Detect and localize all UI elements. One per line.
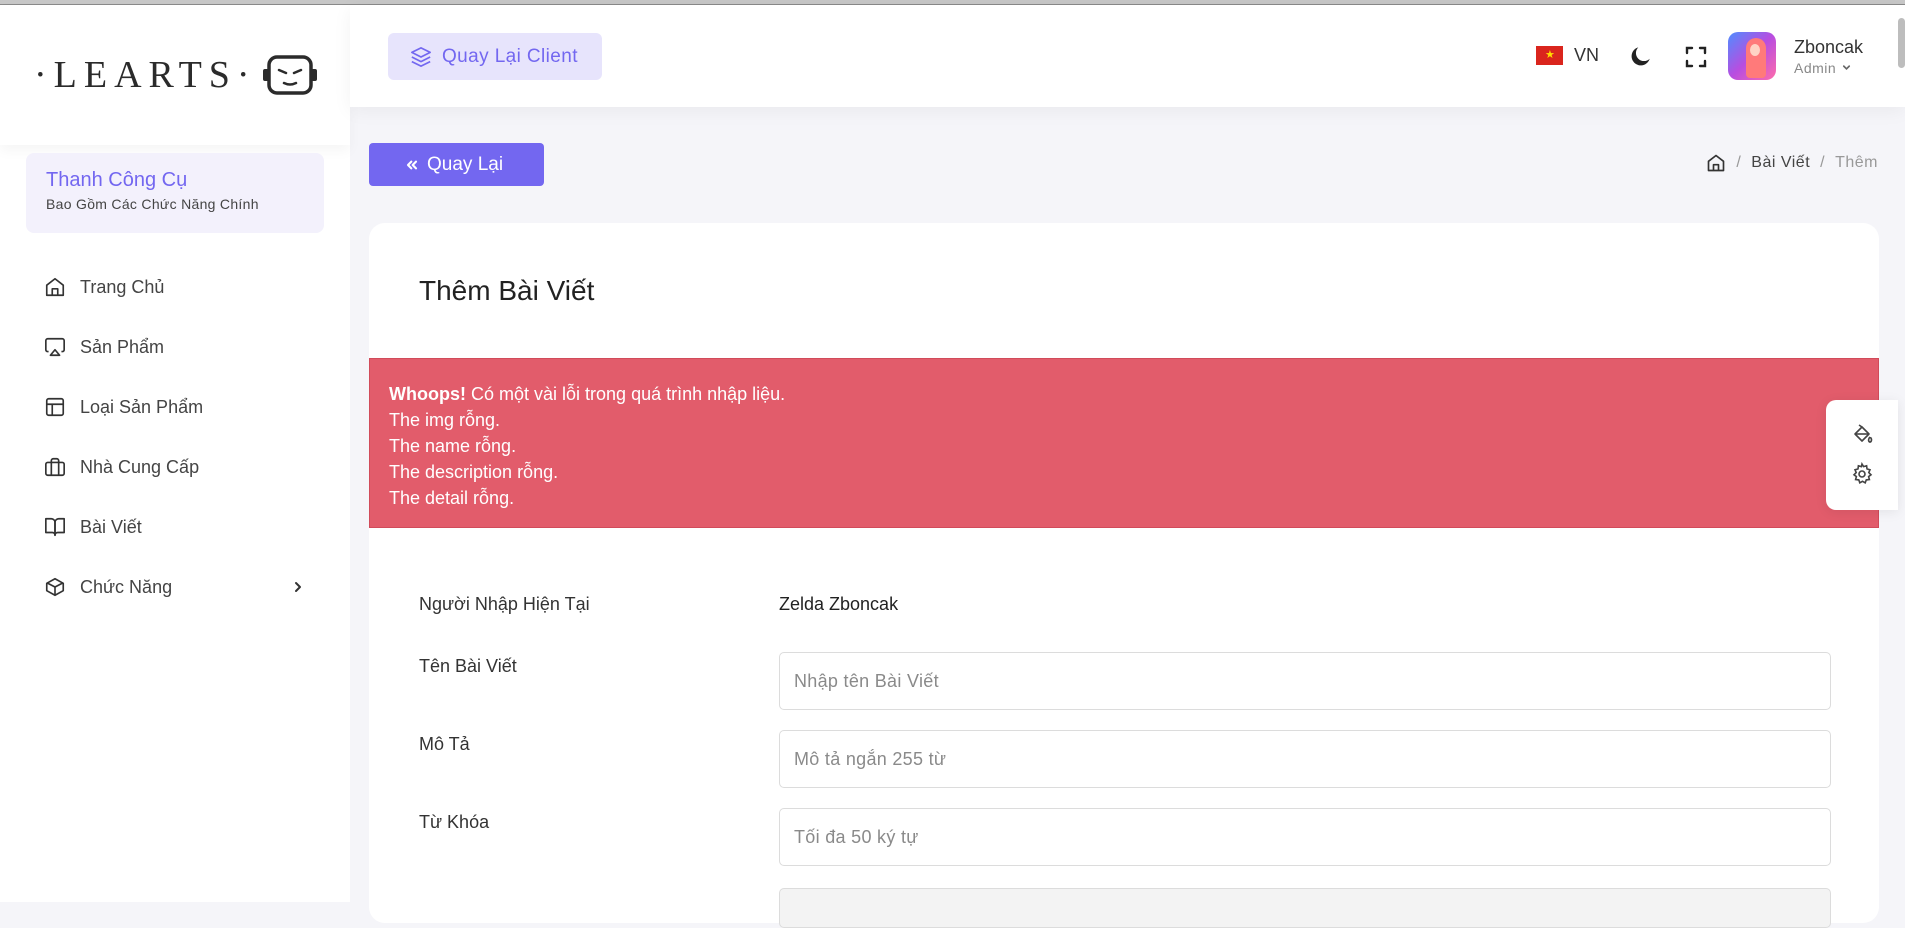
author-value: Zelda Zboncak	[779, 594, 899, 614]
post-title-input[interactable]	[779, 652, 1831, 710]
language-selector[interactable]: ★ VN	[1536, 45, 1599, 66]
top-header: Quay Lại Client ★ VN Zboncak Admin	[350, 5, 1905, 107]
chevron-down-icon	[1842, 65, 1850, 71]
user-name[interactable]: Zboncak	[1794, 37, 1863, 58]
layers-icon	[411, 46, 431, 67]
moon-icon[interactable]	[1628, 43, 1654, 69]
user-role[interactable]: Admin	[1794, 60, 1852, 76]
paint-bucket-icon[interactable]	[1850, 422, 1874, 446]
sidebar-item-label: Sản Phẩm	[80, 336, 165, 357]
keyword-label: Từ Khóa	[419, 812, 490, 832]
user-role-label: Admin	[1794, 60, 1837, 76]
robot-logo-icon	[262, 55, 317, 95]
box-icon	[45, 577, 65, 597]
sidebar-item-label: Chức Năng	[80, 576, 173, 597]
back-button[interactable]: Quay Lại	[369, 143, 544, 186]
sidebar-nav: Trang Chủ Sản Phẩm Loại Sản Phẩm Nhà Cun…	[0, 257, 350, 617]
avatar[interactable]	[1728, 32, 1776, 80]
alert-error-item: The img rỗng.	[389, 410, 501, 430]
alert-message: Có một vài lỗi trong quá trình nhập liệu…	[471, 384, 786, 404]
breadcrumb: / Bài Viết / Thêm	[1706, 153, 1878, 173]
post-title-label: Tên Bài Viết	[419, 656, 517, 676]
customizer-panel	[1826, 400, 1898, 510]
scrollbar[interactable]	[1898, 18, 1905, 68]
breadcrumb-posts[interactable]: Bài Viết	[1751, 154, 1810, 172]
chevron-right-icon	[295, 582, 301, 592]
language-label: VN	[1574, 45, 1600, 65]
layout-icon	[45, 397, 65, 417]
sidebar-item-posts[interactable]: Bài Viết	[0, 497, 350, 557]
breadcrumb-separator: /	[1736, 154, 1742, 171]
toolbar-subtitle: Bao Gồm Các Chức Năng Chính	[46, 196, 259, 212]
sidebar-item-label: Nhà Cung Cấp	[80, 456, 200, 477]
page-title: Thêm Bài Viết	[419, 275, 595, 306]
toolbar-title: Thanh Công Cụ	[46, 169, 188, 191]
chevrons-left-icon	[406, 160, 418, 170]
keyword-input[interactable]	[779, 808, 1831, 866]
form-card: Thêm Bài Viết Whoops! Có một vài lỗi tro…	[369, 223, 1879, 928]
breadcrumb-separator: /	[1820, 154, 1826, 171]
book-open-icon	[45, 517, 65, 537]
sidebar-item-label: Trang Chủ	[80, 276, 165, 297]
logo-text: ·LEARTS·	[34, 54, 257, 96]
logo[interactable]: ·LEARTS·	[0, 5, 350, 145]
airplay-icon	[45, 337, 65, 357]
alert-heading: Whoops! Có một vài lỗi trong quá trình n…	[389, 381, 1859, 407]
back-button-label: Quay Lại	[427, 153, 504, 175]
error-alert: Whoops! Có một vài lỗi trong quá trình n…	[369, 358, 1879, 528]
vietnam-flag-icon: ★	[1536, 46, 1563, 65]
description-label: Mô Tả	[419, 734, 470, 754]
fullscreen-icon[interactable]	[1684, 45, 1708, 69]
sidebar-item-functions[interactable]: Chức Năng	[0, 557, 350, 617]
alert-error-item: The description rỗng.	[389, 462, 559, 482]
description-input[interactable]	[779, 730, 1831, 788]
home-icon	[45, 277, 65, 297]
back-to-client-button[interactable]: Quay Lại Client	[388, 33, 602, 80]
avatar-face	[1750, 44, 1760, 56]
breadcrumb-current: Thêm	[1835, 154, 1878, 171]
alert-error-item: The detail rỗng.	[389, 488, 515, 508]
alert-error-item: The name rỗng.	[389, 436, 517, 456]
sidebar-item-label: Loại Sản Phẩm	[80, 396, 204, 417]
next-field-partial[interactable]	[779, 888, 1831, 928]
toolbar-card: Thanh Công Cụ Bao Gồm Các Chức Năng Chín…	[26, 153, 324, 233]
home-icon[interactable]	[1706, 153, 1726, 173]
sidebar-item-home[interactable]: Trang Chủ	[0, 257, 350, 317]
gear-icon[interactable]	[1850, 462, 1874, 486]
sidebar-item-label: Bài Viết	[80, 516, 142, 537]
alert-strong: Whoops!	[389, 384, 466, 404]
sidebar-item-suppliers[interactable]: Nhà Cung Cấp	[0, 437, 350, 497]
sidebar-item-product-types[interactable]: Loại Sản Phẩm	[0, 377, 350, 437]
sidebar-item-products[interactable]: Sản Phẩm	[0, 317, 350, 377]
author-label: Người Nhập Hiện Tại	[419, 594, 590, 614]
briefcase-icon	[45, 457, 65, 477]
back-to-client-label: Quay Lại Client	[442, 45, 578, 67]
sidebar: ·LEARTS· Thanh Công Cụ Bao Gồm Các Chức …	[0, 5, 350, 902]
